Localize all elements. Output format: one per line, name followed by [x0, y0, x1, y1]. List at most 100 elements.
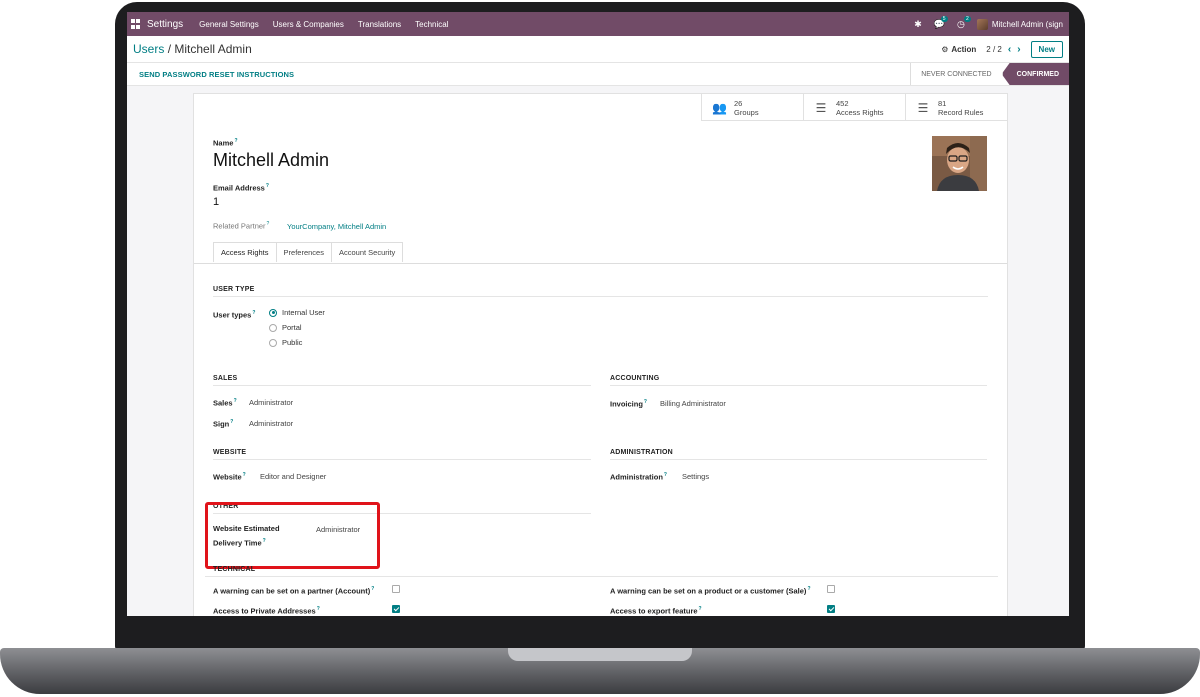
- help-icon[interactable]: ?: [371, 586, 374, 592]
- name-field[interactable]: Mitchell Admin: [213, 150, 329, 171]
- user-types-label: User types?: [213, 310, 256, 320]
- breadcrumb-separator: /: [167, 42, 172, 56]
- help-icon[interactable]: ?: [267, 221, 270, 227]
- menu-users-companies[interactable]: Users & Companies: [273, 20, 344, 29]
- highlight-box: [205, 502, 380, 569]
- status-never-connected[interactable]: NEVER CONNECTED: [910, 63, 1001, 85]
- product-warning-checkbox[interactable]: [827, 585, 835, 593]
- gear-icon: ⚙: [941, 44, 949, 54]
- tab-access-rights[interactable]: Access Rights: [213, 242, 277, 262]
- section-divider: [213, 296, 988, 297]
- send-password-reset-button[interactable]: SEND PASSWORD RESET INSTRUCTIONS: [139, 70, 294, 79]
- sales-field[interactable]: Administrator: [249, 398, 293, 407]
- website-field[interactable]: Editor and Designer: [260, 472, 326, 481]
- menu-translations[interactable]: Translations: [358, 20, 401, 29]
- help-icon[interactable]: ?: [230, 419, 233, 425]
- sign-label: Sign?: [213, 419, 234, 429]
- access-rights-smart-button[interactable]: ☰ 452 Access Rights: [803, 94, 905, 121]
- export-feature-label: Access to export feature?: [610, 606, 702, 616]
- record-rules-count: 81: [938, 98, 947, 108]
- radio-checked-icon: [269, 308, 277, 317]
- status-steps: NEVER CONNECTED CONFIRMED: [910, 63, 1069, 85]
- help-icon[interactable]: ?: [807, 586, 810, 592]
- partner-warning-label: A warning can be set on a partner (Accou…: [213, 586, 375, 596]
- radio-icon: [269, 323, 277, 332]
- name-label: Name?: [213, 138, 238, 148]
- private-addresses-label: Access to Private Addresses?: [213, 606, 320, 616]
- help-icon[interactable]: ?: [243, 472, 246, 478]
- status-bar: SEND PASSWORD RESET INSTRUCTIONS NEVER C…: [127, 63, 1069, 86]
- section-technical: TECHNICAL: [213, 566, 256, 573]
- form-sheet: 👥 26 Groups ☰ 452 Access Rights ☰ 81 Record…: [193, 93, 1008, 616]
- help-icon[interactable]: ?: [317, 606, 320, 612]
- messages-icon[interactable]: 💬 5: [934, 15, 948, 30]
- section-divider: [205, 576, 998, 577]
- partner-warning-checkbox[interactable]: [392, 585, 400, 593]
- status-confirmed[interactable]: CONFIRMED: [1001, 63, 1069, 85]
- groups-label: Groups: [734, 107, 759, 117]
- help-icon[interactable]: ?: [664, 472, 667, 478]
- tab-account-security[interactable]: Account Security: [330, 242, 404, 262]
- section-divider: [213, 459, 591, 460]
- breadcrumb-users[interactable]: Users: [133, 42, 164, 56]
- product-warning-label: A warning can be set on a product or a c…: [610, 586, 811, 596]
- apps-menu-icon[interactable]: [131, 19, 141, 29]
- user-menu[interactable]: Mitchell Admin (sign: [976, 18, 1063, 30]
- user-avatar: [976, 18, 988, 30]
- menu-technical[interactable]: Technical: [415, 20, 448, 29]
- access-rights-count: 452: [836, 98, 849, 108]
- user-name: Mitchell Admin (sign: [991, 19, 1063, 29]
- menu-general-settings[interactable]: General Settings: [199, 20, 259, 29]
- help-icon[interactable]: ?: [234, 138, 237, 144]
- new-button[interactable]: New: [1030, 40, 1063, 58]
- breadcrumb: Users / Mitchell Admin: [133, 42, 252, 56]
- private-addresses-checkbox[interactable]: [392, 605, 400, 613]
- radio-public[interactable]: Public: [269, 338, 302, 347]
- email-label: Email Address?: [213, 183, 269, 193]
- list-icon: ☰: [815, 100, 827, 115]
- record-rules-smart-button[interactable]: ☰ 81 Record Rules: [905, 94, 1007, 121]
- pager-next-icon[interactable]: ›: [1017, 44, 1020, 55]
- notebook-tabs: Access Rights Preferences Account Securi…: [213, 242, 404, 262]
- activities-clock-icon[interactable]: ◷ 2: [957, 15, 971, 30]
- messages-badge: 5: [940, 15, 948, 22]
- section-sales: SALES: [213, 375, 238, 382]
- section-website: WEBSITE: [213, 449, 247, 456]
- action-button[interactable]: ⚙ Action: [941, 45, 976, 54]
- app-name[interactable]: Settings: [147, 19, 183, 30]
- help-icon[interactable]: ?: [252, 310, 255, 316]
- sales-label: Sales?: [213, 398, 237, 408]
- tab-divider: [194, 263, 1007, 264]
- section-divider: [213, 385, 591, 386]
- access-rights-label: Access Rights: [836, 107, 884, 117]
- action-label: Action: [951, 44, 977, 54]
- related-partner-link[interactable]: YourCompany, Mitchell Admin: [287, 222, 386, 231]
- pager-value[interactable]: 2 / 2: [986, 45, 1002, 54]
- groups-count: 26: [734, 98, 743, 108]
- email-field[interactable]: 1: [213, 196, 219, 208]
- radio-internal-user[interactable]: Internal User: [269, 308, 325, 317]
- laptop-notch: [508, 648, 692, 661]
- radio-portal[interactable]: Portal: [269, 323, 302, 332]
- list-icon: ☰: [917, 100, 929, 115]
- sign-field[interactable]: Administrator: [249, 419, 293, 428]
- screen: Settings General Settings Users & Compan…: [127, 12, 1069, 616]
- export-feature-checkbox[interactable]: [827, 605, 835, 613]
- top-navbar: Settings General Settings Users & Compan…: [127, 12, 1069, 36]
- help-icon[interactable]: ?: [266, 183, 269, 189]
- invoicing-field[interactable]: Billing Administrator: [660, 399, 726, 408]
- help-icon[interactable]: ?: [234, 398, 237, 404]
- administration-field[interactable]: Settings: [682, 472, 709, 481]
- user-photo[interactable]: [932, 136, 987, 191]
- breadcrumb-current: Mitchell Admin: [174, 42, 252, 56]
- help-icon[interactable]: ?: [644, 399, 647, 405]
- control-panel: Users / Mitchell Admin ⚙ Action 2 / 2 ‹ …: [127, 36, 1069, 63]
- invoicing-label: Invoicing?: [610, 399, 647, 409]
- record-rules-label: Record Rules: [938, 107, 984, 117]
- groups-smart-button[interactable]: 👥 26 Groups: [701, 94, 803, 121]
- pager-prev-icon[interactable]: ‹: [1008, 44, 1011, 55]
- help-icon[interactable]: ?: [699, 606, 702, 612]
- tab-preferences[interactable]: Preferences: [275, 242, 332, 262]
- administration-label: Administration?: [610, 472, 667, 482]
- debug-bug-icon[interactable]: ✱: [914, 19, 922, 30]
